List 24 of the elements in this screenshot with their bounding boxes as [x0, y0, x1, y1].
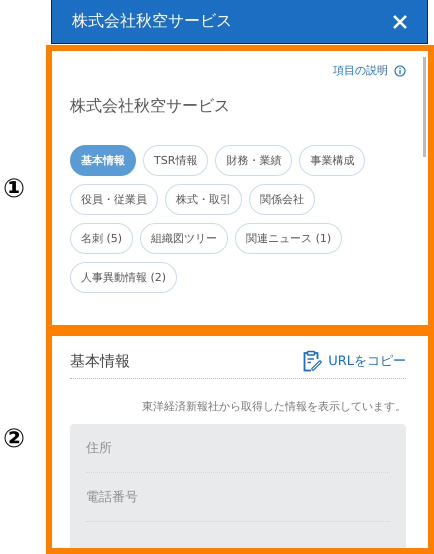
field-label: 電話番号 — [86, 489, 138, 506]
field-label: 住所 — [86, 440, 112, 457]
info-icon[interactable] — [394, 64, 406, 76]
tab-chip[interactable]: 事業構成 — [299, 145, 366, 176]
tab-chip[interactable]: 株式・取引 — [165, 184, 242, 215]
source-note: 東洋経済新報社から取得した情報を表示しています。 — [141, 399, 406, 414]
copy-url-link[interactable]: URLをコピー — [302, 350, 406, 372]
window-title: 株式会社秋空サービス — [72, 11, 232, 32]
tab-chip[interactable]: 財務・業績 — [215, 145, 292, 176]
section-heading: 基本情報 — [70, 352, 130, 370]
tab-chip[interactable]: 人事異動情報 (2) — [70, 262, 178, 293]
close-icon[interactable] — [393, 14, 407, 28]
tab-chip[interactable]: 組織図ツリー — [140, 223, 228, 254]
clipboard-icon — [302, 350, 322, 372]
annotation-number: ① — [3, 176, 26, 202]
tab-chip[interactable]: 関係会社 — [249, 184, 315, 215]
tab-chip[interactable]: TSR情報 — [143, 145, 208, 176]
scrollbar[interactable] — [423, 57, 426, 157]
help-link[interactable]: 項目の説明 — [333, 63, 388, 78]
tab-chip[interactable]: 名刺 (5) — [70, 223, 134, 254]
annotation-number: ② — [3, 426, 26, 452]
tab-chip[interactable]: 関連ニュース (1) — [235, 223, 342, 254]
company-name: 株式会社秋空サービス — [70, 96, 231, 117]
tab-chip[interactable]: 役員・従業員 — [70, 184, 158, 215]
